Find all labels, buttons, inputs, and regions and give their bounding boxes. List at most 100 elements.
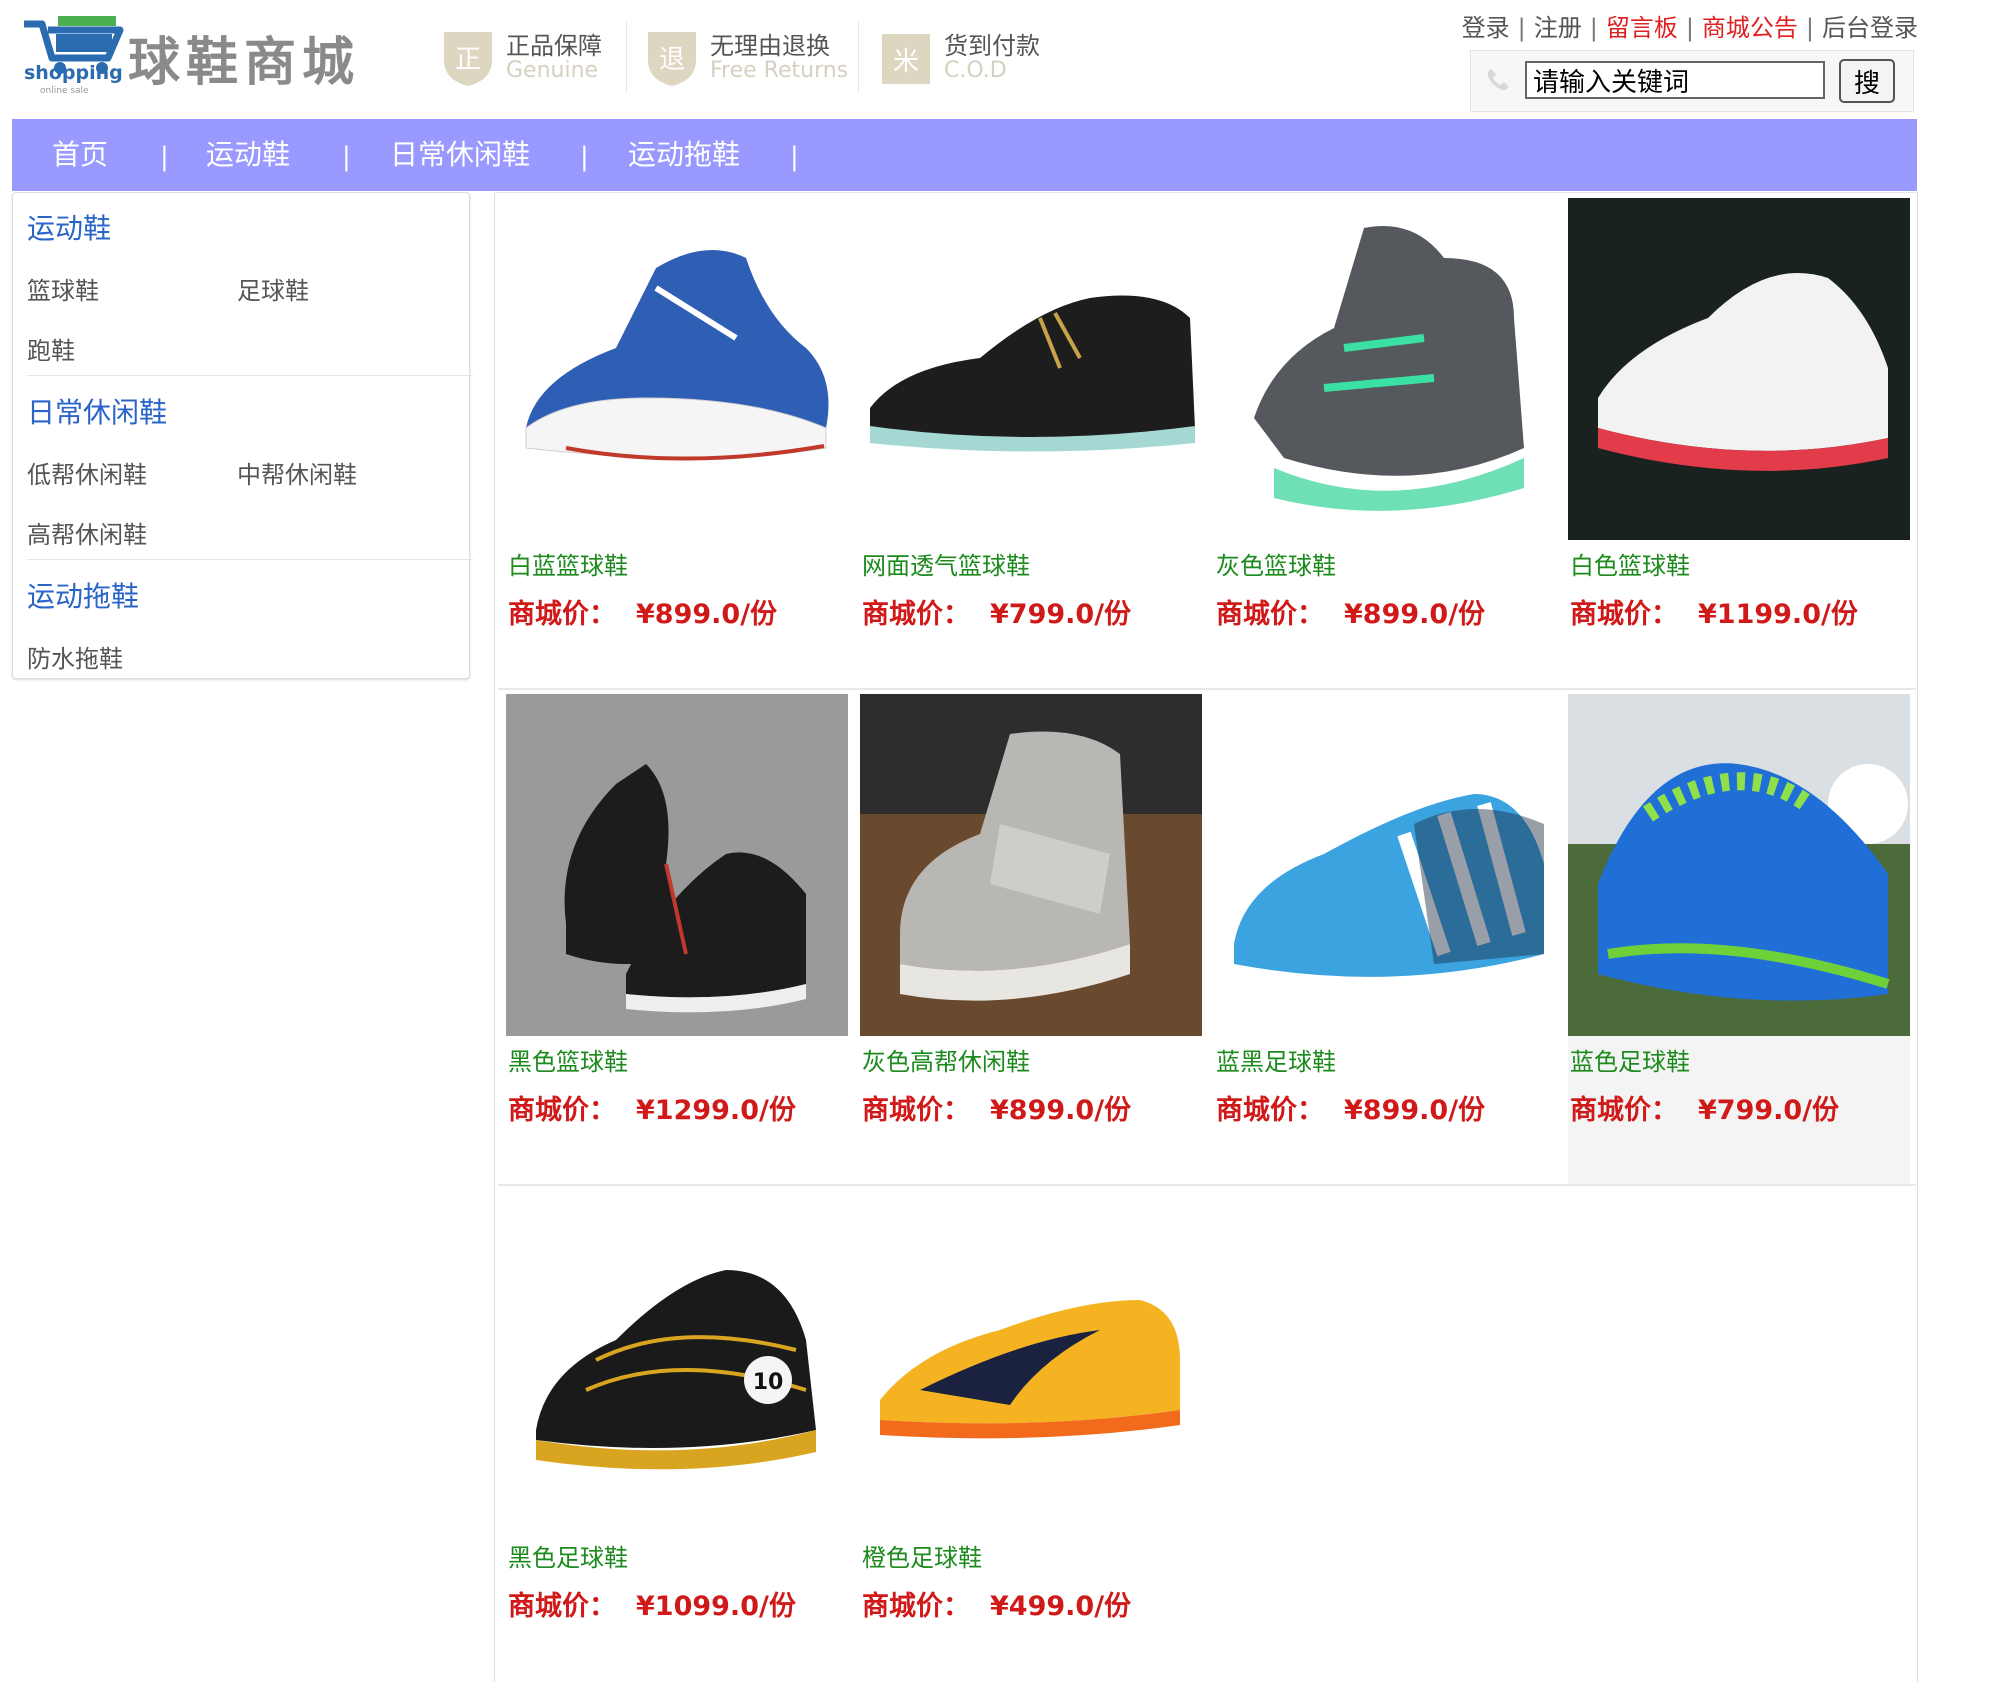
search-button[interactable]: 搜	[1839, 59, 1895, 103]
product-image[interactable]	[506, 694, 848, 1036]
category-divider	[27, 375, 473, 376]
product-name[interactable]: 白蓝篮球鞋	[508, 546, 628, 581]
product-price: 商城价： ¥1199.0/份	[1570, 592, 1858, 631]
badge-returns-cn: 无理由退换	[710, 32, 830, 60]
nav-separator: |	[790, 142, 799, 172]
price-value: ¥899.0/份	[1344, 599, 1486, 630]
nav-home[interactable]: 首页	[52, 119, 108, 191]
product-card[interactable]: 灰色篮球鞋 商城价： ¥899.0/份	[1214, 198, 1556, 688]
badge-cod-en: C.O.D	[944, 58, 1007, 83]
row-divider	[498, 688, 1916, 690]
product-name[interactable]: 蓝色足球鞋	[1570, 1042, 1690, 1077]
product-price: 商城价： ¥799.0/份	[1570, 1088, 1839, 1127]
main-nav: 首页 | 运动鞋 | 日常休闲鞋 | 运动拖鞋 |	[12, 119, 1917, 191]
category-item-mid-top[interactable]: 中帮休闲鞋	[237, 455, 357, 490]
category-item-low-top[interactable]: 低帮休闲鞋	[27, 455, 147, 490]
message-board-link[interactable]: 留言板	[1606, 14, 1678, 42]
svg-text:10: 10	[753, 1370, 784, 1395]
price-label: 商城价：	[862, 599, 970, 630]
price-value: ¥1199.0/份	[1698, 599, 1858, 630]
top-links: 登录 | 注册 | 留言板 | 商城公告 | 后台登录	[1462, 8, 1918, 43]
price-label: 商城价：	[1570, 1095, 1678, 1126]
product-card[interactable]: 黑色篮球鞋 商城价： ¥1299.0/份	[506, 694, 848, 1184]
product-price: 商城价： ¥899.0/份	[508, 592, 777, 631]
product-card[interactable]: 蓝色足球鞋 商城价： ¥799.0/份	[1568, 694, 1910, 1184]
product-image[interactable]	[860, 198, 1202, 540]
badge-genuine: 正 正品保障 Genuine	[440, 20, 640, 92]
returns-shield-icon: 退	[648, 32, 696, 86]
category-title-casual[interactable]: 日常休闲鞋	[27, 391, 167, 431]
category-item-basketball[interactable]: 篮球鞋	[27, 271, 99, 306]
cod-gift-icon: 米	[882, 34, 930, 84]
row-divider	[498, 1184, 1916, 1186]
price-value: ¥799.0/份	[990, 599, 1132, 630]
price-label: 商城价：	[862, 1095, 970, 1126]
logo-subtext: online sale	[40, 86, 89, 96]
product-name[interactable]: 灰色高帮休闲鞋	[862, 1042, 1030, 1077]
announcement-link[interactable]: 商城公告	[1702, 14, 1798, 42]
product-price: 商城价： ¥899.0/份	[862, 1088, 1131, 1127]
product-card[interactable]: 灰色高帮休闲鞋 商城价： ¥899.0/份	[860, 694, 1202, 1184]
product-card[interactable]: 白色篮球鞋 商城价： ¥1199.0/份	[1568, 198, 1910, 688]
price-label: 商城价：	[508, 1591, 616, 1622]
product-card[interactable]: 10 黑色足球鞋 商城价： ¥1099.0/份	[506, 1190, 848, 1680]
product-name[interactable]: 橙色足球鞋	[862, 1538, 982, 1573]
svg-text:正: 正	[455, 45, 481, 75]
nav-slippers[interactable]: 运动拖鞋	[628, 119, 740, 191]
nav-sports-shoes[interactable]: 运动鞋	[206, 119, 290, 191]
product-image[interactable]	[860, 694, 1202, 1036]
badge-divider	[626, 22, 627, 92]
product-name[interactable]: 黑色篮球鞋	[508, 1042, 628, 1077]
category-item-waterproof[interactable]: 防水拖鞋	[27, 639, 123, 674]
price-label: 商城价：	[1216, 1095, 1324, 1126]
register-link[interactable]: 注册	[1534, 14, 1582, 42]
product-image[interactable]	[506, 198, 848, 540]
category-item-football[interactable]: 足球鞋	[237, 271, 309, 306]
badge-cod: 米 货到付款 C.O.D	[878, 20, 1058, 92]
category-title-sports[interactable]: 运动鞋	[27, 207, 111, 247]
link-separator: |	[1805, 14, 1814, 42]
search-input[interactable]	[1525, 61, 1825, 99]
genuine-shield-icon: 正	[444, 32, 492, 86]
nav-casual-shoes[interactable]: 日常休闲鞋	[390, 119, 530, 191]
logo-text: shopping	[24, 62, 123, 84]
login-link[interactable]: 登录	[1462, 14, 1510, 42]
product-image[interactable]	[1214, 198, 1556, 540]
site-title[interactable]: 球鞋商城	[128, 20, 360, 95]
price-label: 商城价：	[508, 599, 616, 630]
product-card[interactable]: 白蓝篮球鞋 商城价： ¥899.0/份	[506, 198, 848, 688]
category-sidebar: 运动鞋 篮球鞋 足球鞋 跑鞋 日常休闲鞋 低帮休闲鞋 中帮休闲鞋 高帮休闲鞋 运…	[12, 192, 473, 679]
price-value: ¥1299.0/份	[636, 1095, 796, 1126]
category-divider	[27, 559, 473, 560]
price-label: 商城价：	[1216, 599, 1324, 630]
product-price: 商城价： ¥1099.0/份	[508, 1584, 796, 1623]
badge-genuine-en: Genuine	[506, 58, 599, 83]
product-card[interactable]: 橙色足球鞋 商城价： ¥499.0/份	[860, 1190, 1202, 1680]
product-name[interactable]: 灰色篮球鞋	[1216, 546, 1336, 581]
price-label: 商城价：	[508, 1095, 616, 1126]
badge-returns-en: Free Returns	[710, 58, 849, 83]
product-name[interactable]: 白色篮球鞋	[1570, 546, 1690, 581]
nav-separator: |	[160, 142, 169, 172]
admin-login-link[interactable]: 后台登录	[1822, 14, 1918, 42]
product-card[interactable]: 网面透气篮球鞋 商城价： ¥799.0/份	[860, 198, 1202, 688]
product-name[interactable]: 蓝黑足球鞋	[1216, 1042, 1336, 1077]
category-item-running[interactable]: 跑鞋	[27, 331, 75, 366]
product-name[interactable]: 网面透气篮球鞋	[862, 546, 1030, 581]
product-image[interactable]: 10	[506, 1190, 848, 1532]
svg-text:米: 米	[893, 47, 919, 77]
badge-genuine-cn: 正品保障	[506, 32, 602, 60]
category-title-slippers[interactable]: 运动拖鞋	[27, 575, 139, 615]
product-image[interactable]	[1568, 694, 1910, 1036]
price-value: ¥899.0/份	[636, 599, 778, 630]
category-item-high-top[interactable]: 高帮休闲鞋	[27, 515, 147, 550]
product-image[interactable]	[860, 1190, 1202, 1532]
price-value: ¥899.0/份	[1344, 1095, 1486, 1126]
product-name[interactable]: 黑色足球鞋	[508, 1538, 628, 1573]
price-label: 商城价：	[1570, 599, 1678, 630]
nav-separator: |	[342, 142, 351, 172]
product-image[interactable]	[1568, 198, 1910, 540]
badge-cod-cn: 货到付款	[944, 32, 1040, 60]
product-image[interactable]	[1214, 694, 1556, 1036]
product-card[interactable]: 蓝黑足球鞋 商城价： ¥899.0/份	[1214, 694, 1556, 1184]
